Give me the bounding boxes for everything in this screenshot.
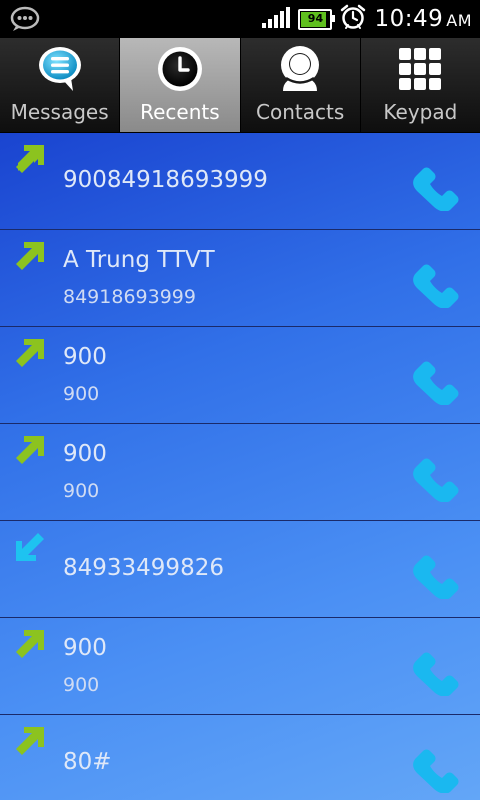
- recent-calls-list[interactable]: 90084918693999 A Trung TTVT 84918693999 …: [0, 133, 480, 800]
- outgoing-call-arrow-icon: [16, 242, 44, 270]
- call-log-row[interactable]: 80#: [0, 715, 480, 800]
- clock: 10:49 AM: [374, 6, 472, 32]
- person-icon: [270, 44, 330, 94]
- time-value: 10:49: [374, 6, 444, 32]
- tab-contacts[interactable]: Contacts: [240, 38, 361, 132]
- tab-keypad[interactable]: Keypad: [360, 38, 480, 132]
- contact-name: A Trung TTVT: [63, 247, 215, 273]
- battery-icon: 94: [298, 8, 336, 30]
- contact-name: 900: [63, 441, 107, 467]
- outgoing-call-arrow-icon: [16, 727, 44, 755]
- time-ampm: AM: [446, 11, 472, 30]
- phone-number: 84918693999: [63, 286, 196, 308]
- outgoing-call-arrow-icon: [16, 630, 44, 658]
- phone-number: 900: [63, 480, 100, 502]
- phone-call-icon[interactable]: [408, 638, 466, 696]
- tab-label: Keypad: [383, 100, 458, 124]
- tab-bar: Messages Recents Contacts Keypad: [0, 38, 480, 133]
- contact-name: 900: [63, 344, 107, 370]
- signal-icon: [262, 6, 291, 32]
- call-log-row[interactable]: 84933499826: [0, 521, 480, 618]
- tab-recents[interactable]: Recents: [120, 38, 241, 132]
- phone-number: 900: [63, 674, 100, 696]
- phone-call-icon[interactable]: [408, 250, 466, 308]
- outgoing-call-arrow-icon: [16, 145, 44, 173]
- phone-call-icon[interactable]: [408, 153, 466, 211]
- phone-call-icon[interactable]: [408, 347, 466, 405]
- phone-call-icon[interactable]: [408, 735, 466, 793]
- keypad-icon: [390, 44, 450, 94]
- outgoing-call-arrow-icon: [16, 339, 44, 367]
- clock-icon: [150, 44, 210, 94]
- message-bubble-icon: [30, 44, 90, 94]
- notification-icon[interactable]: [10, 6, 40, 36]
- tab-label: Contacts: [256, 100, 345, 124]
- call-log-row[interactable]: A Trung TTVT 84918693999: [0, 230, 480, 327]
- contact-name: 84933499826: [63, 555, 224, 581]
- status-bar: 94 10:49 AM: [0, 0, 480, 38]
- contact-name: 80#: [63, 749, 112, 775]
- tab-label: Messages: [10, 100, 109, 124]
- phone-call-icon[interactable]: [408, 444, 466, 502]
- call-log-row[interactable]: 900 900: [0, 424, 480, 521]
- call-log-row[interactable]: 900 900: [0, 327, 480, 424]
- tab-messages[interactable]: Messages: [0, 38, 121, 132]
- incoming-call-arrow-icon: [16, 533, 44, 561]
- battery-level: 94: [307, 11, 324, 25]
- contact-name: 900: [63, 635, 107, 661]
- alarm-icon: [340, 4, 366, 34]
- phone-number: 900: [63, 383, 100, 405]
- contact-name: 90084918693999: [63, 167, 268, 193]
- call-log-row[interactable]: 90084918693999: [0, 133, 480, 230]
- call-log-row[interactable]: 900 900: [0, 618, 480, 715]
- phone-call-icon[interactable]: [408, 541, 466, 599]
- tab-label: Recents: [140, 100, 220, 124]
- outgoing-call-arrow-icon: [16, 436, 44, 464]
